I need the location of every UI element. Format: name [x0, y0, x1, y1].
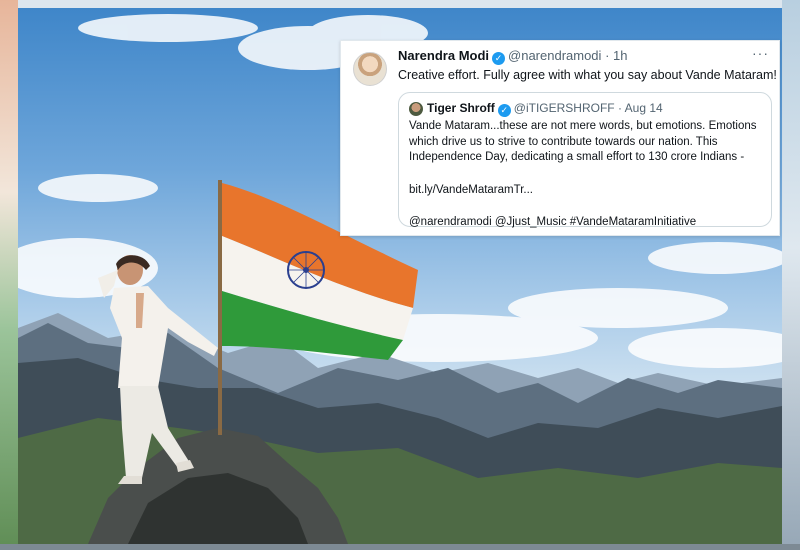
quoted-tweet[interactable]: Tiger Shroff ✓ @iTIGERSHROFF · Aug 14 Vand…	[398, 92, 772, 228]
quoted-author-name: Tiger Shroff	[427, 101, 495, 115]
quoted-text-line: Independence Day, dedicating a small eff…	[409, 151, 745, 163]
flag-pole	[218, 180, 222, 435]
quoted-tweet-header: Tiger Shroff ✓ @iTIGERSHROFF · Aug 14	[427, 101, 663, 117]
tweet-text: Creative effort. Fully agree with what y…	[398, 68, 777, 82]
quoted-mentions[interactable]: @narendramodi @Jjust_Music #VandeMataram…	[409, 215, 765, 231]
separator-dot: ·	[617, 101, 622, 115]
author-handle[interactable]: @narendramodi	[508, 48, 601, 63]
quoted-tweet-date: Aug 14	[624, 101, 663, 115]
quoted-author-handle: @iTIGERSHROFF	[513, 101, 615, 115]
author-avatar[interactable]	[353, 52, 387, 86]
more-options-icon[interactable]: ···	[752, 45, 769, 61]
frame-bottom	[0, 544, 800, 550]
frame-left-blur	[0, 0, 18, 550]
author-name[interactable]: Narendra Modi	[398, 48, 489, 63]
verified-badge-icon: ✓	[497, 104, 511, 117]
quoted-text-line: Vande Mataram...these are not mere words…	[409, 120, 757, 132]
verified-badge-icon: ✓	[492, 52, 506, 65]
separator-dot: ·	[605, 48, 610, 63]
tweet-header: Narendra Modi ✓ @narendramodi · 1h	[398, 48, 628, 65]
quoted-tweet-body: Vande Mataram...these are not mere words…	[409, 119, 765, 231]
frame-top	[0, 0, 800, 8]
frame-right-blur	[782, 0, 800, 550]
tweet-card[interactable]: Narendra Modi ✓ @narendramodi · 1h ··· Cre…	[340, 40, 780, 236]
quoted-link[interactable]: bit.ly/VandeMataramTr...	[409, 183, 765, 199]
quoted-text-line: which drive us to strive to contribute t…	[409, 135, 718, 148]
tweet-time[interactable]: 1h	[613, 48, 627, 63]
quoted-author-avatar	[409, 102, 423, 116]
